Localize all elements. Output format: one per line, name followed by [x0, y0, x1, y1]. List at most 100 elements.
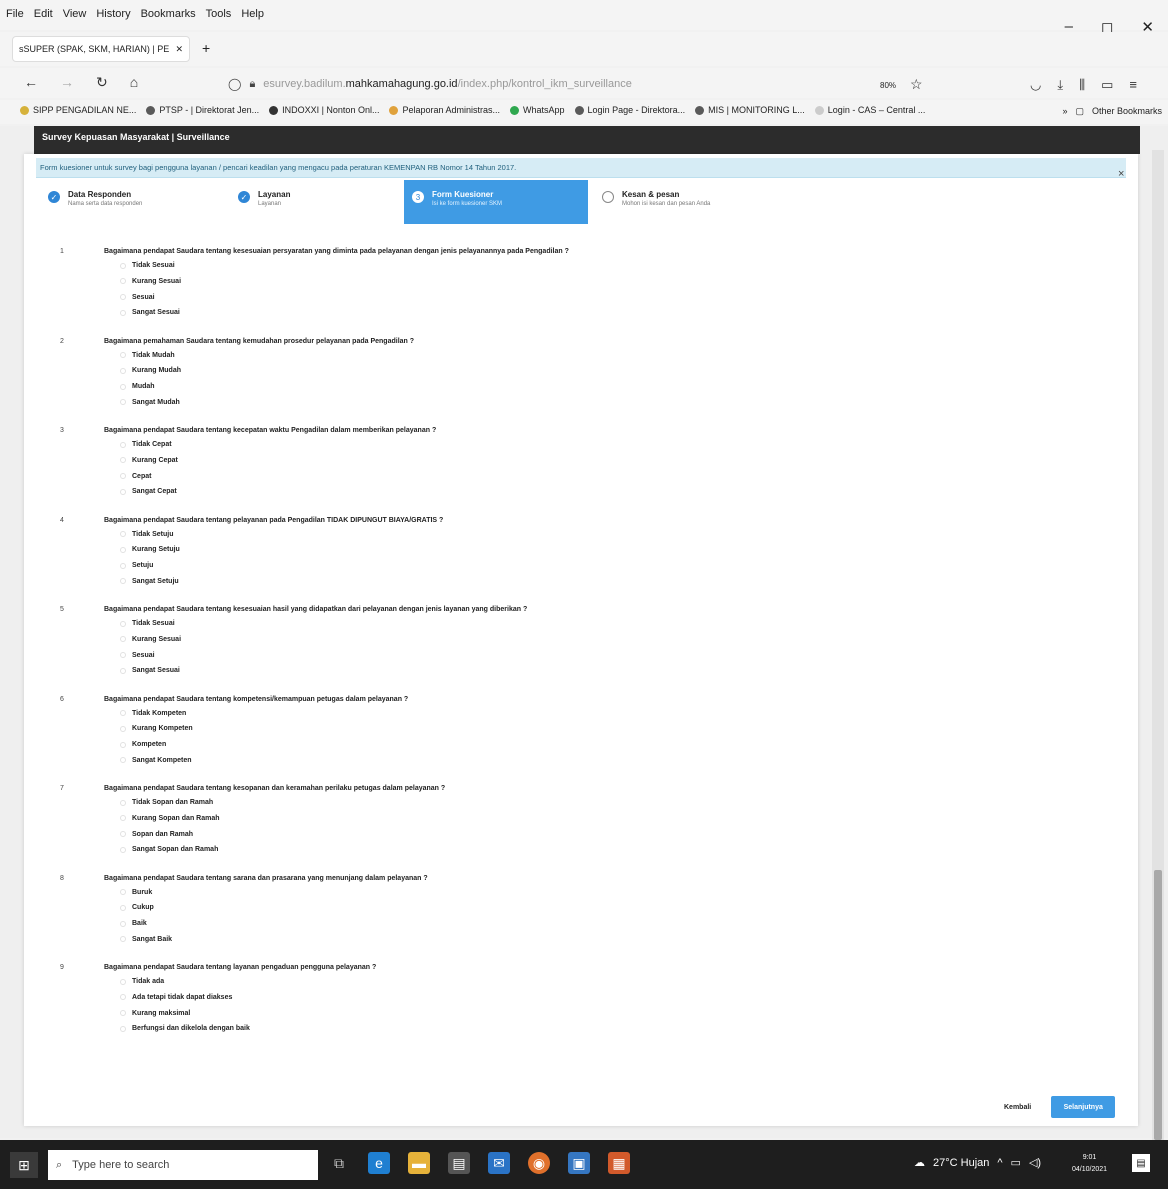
answer-option[interactable]: Tidak Cepat: [120, 441, 172, 448]
answer-option[interactable]: Sopan dan Ramah: [120, 831, 193, 838]
radio-button[interactable]: [120, 367, 126, 374]
menu-edit[interactable]: Edit: [34, 8, 53, 20]
radio-button[interactable]: [120, 620, 126, 627]
radio-button[interactable]: [120, 741, 126, 748]
scrollbar-thumb[interactable]: [1154, 870, 1162, 1140]
reload-icon[interactable]: ↻: [96, 74, 108, 91]
radio-button[interactable]: [120, 831, 126, 838]
bookmarks-overflow-icon[interactable]: »: [1062, 106, 1067, 117]
back-icon[interactable]: ←: [24, 74, 38, 91]
radio-button[interactable]: [120, 278, 126, 285]
answer-option[interactable]: Sangat Mudah: [120, 399, 180, 406]
menu-history[interactable]: History: [96, 8, 130, 20]
wizard-step[interactable]: ✓ Layanan Layanan: [230, 180, 402, 224]
radio-button[interactable]: [120, 710, 126, 716]
notification-icon[interactable]: ▤: [1132, 1154, 1150, 1172]
answer-option[interactable]: Setuju: [120, 562, 153, 569]
tab-close-icon[interactable]: ✕: [175, 44, 183, 55]
radio-button[interactable]: [120, 667, 126, 674]
answer-option[interactable]: Sangat Baik: [120, 936, 172, 943]
sidebar-icon[interactable]: ▭: [1101, 77, 1113, 93]
answer-option[interactable]: Cukup: [120, 904, 154, 911]
answer-option[interactable]: Tidak Sesuai: [120, 262, 175, 269]
chevron-up-icon[interactable]: ^: [997, 1157, 1002, 1169]
answer-option[interactable]: Sesuai: [120, 652, 155, 659]
office-icon[interactable]: ▦: [608, 1152, 630, 1174]
radio-button[interactable]: [120, 799, 126, 806]
answer-option[interactable]: Kompeten: [120, 741, 166, 748]
wizard-step[interactable]: ✓ Data Responden Nama serta data responden: [40, 180, 226, 224]
taskbar-clock[interactable]: 9:01 04/10/2021: [1072, 1152, 1107, 1176]
bookmark-item[interactable]: Login - CAS – Central ...: [814, 105, 925, 115]
answer-option[interactable]: Sesuai: [120, 294, 155, 301]
answer-option[interactable]: Kurang Setuju: [120, 546, 180, 553]
answer-option[interactable]: Sangat Kompeten: [120, 757, 192, 764]
store-icon[interactable]: ▤: [448, 1152, 470, 1174]
menu-view[interactable]: View: [63, 8, 87, 20]
radio-button[interactable]: [120, 889, 126, 895]
other-bookmarks[interactable]: Other Bookmarks: [1092, 106, 1162, 117]
bookmark-item[interactable]: WhatsApp: [510, 105, 565, 115]
menu-file[interactable]: File: [6, 8, 24, 20]
weather-text[interactable]: 27°C Hujan: [933, 1157, 989, 1169]
radio-button[interactable]: [120, 531, 126, 537]
radio-button[interactable]: [120, 399, 126, 406]
radio-button[interactable]: [120, 1025, 126, 1032]
radio-button[interactable]: [120, 994, 126, 1001]
wizard-step[interactable]: 3 Form Kuesioner Isi ke form kuesioner SKM: [404, 180, 588, 224]
radio-button[interactable]: [120, 352, 126, 358]
radio-button[interactable]: [120, 920, 126, 927]
menu-help[interactable]: Help: [241, 8, 264, 20]
radio-button[interactable]: [120, 457, 126, 464]
radio-button[interactable]: [120, 578, 126, 585]
radio-button[interactable]: [120, 815, 126, 822]
answer-option[interactable]: Tidak Sopan dan Ramah: [120, 799, 213, 806]
scrollbar[interactable]: [1152, 150, 1164, 1140]
radio-button[interactable]: [120, 1010, 126, 1017]
radio-button[interactable]: [120, 652, 126, 659]
back-button[interactable]: Kembali: [1004, 1104, 1031, 1111]
radio-button[interactable]: [120, 562, 126, 569]
next-button[interactable]: Selanjutnya: [1051, 1096, 1116, 1118]
bookmark-star-icon[interactable]: ☆: [910, 76, 923, 93]
photos-icon[interactable]: ▣: [568, 1152, 590, 1174]
answer-option[interactable]: Kurang Sesuai: [120, 278, 181, 285]
answer-option[interactable]: Sangat Sesuai: [120, 667, 180, 674]
answer-option[interactable]: Kurang maksimal: [120, 1010, 190, 1017]
answer-option[interactable]: Mudah: [120, 383, 155, 390]
answer-option[interactable]: Tidak Kompeten: [120, 710, 186, 717]
bookmark-item[interactable]: Pelaporan Administras...: [389, 105, 500, 115]
answer-option[interactable]: Kurang Kompeten: [120, 725, 193, 732]
answer-option[interactable]: Baik: [120, 920, 147, 927]
volume-icon[interactable]: ◁): [1029, 1156, 1041, 1169]
answer-option[interactable]: Sangat Sopan dan Ramah: [120, 846, 218, 853]
firefox-icon[interactable]: ◉: [528, 1152, 550, 1174]
zoom-level[interactable]: 80%: [880, 81, 896, 90]
radio-button[interactable]: [120, 978, 126, 985]
radio-button[interactable]: [120, 488, 126, 495]
download-icon[interactable]: ⤓: [1057, 77, 1063, 93]
answer-option[interactable]: Berfungsi dan dikelola dengan baik: [120, 1025, 250, 1032]
library-icon[interactable]: ⫼: [1079, 77, 1085, 93]
wizard-step[interactable]: Kesan & pesan Mohon isi kesan dan pesan A…: [594, 180, 794, 224]
answer-option[interactable]: Buruk: [120, 889, 152, 896]
answer-option[interactable]: Tidak Sesuai: [120, 620, 175, 627]
answer-option[interactable]: Kurang Sopan dan Ramah: [120, 815, 220, 822]
mail-icon[interactable]: ✉: [488, 1152, 510, 1174]
radio-button[interactable]: [120, 383, 126, 390]
edge-icon[interactable]: e: [368, 1152, 390, 1174]
answer-option[interactable]: Tidak Mudah: [120, 352, 175, 359]
bookmark-item[interactable]: SIPP PENGADILAN NE...: [20, 105, 136, 115]
answer-option[interactable]: Tidak Setuju: [120, 531, 174, 538]
bookmark-item[interactable]: PTSP - | Direktorat Jen...: [146, 105, 259, 115]
answer-option[interactable]: Kurang Cepat: [120, 457, 178, 464]
home-icon[interactable]: ⌂: [130, 74, 138, 91]
answer-option[interactable]: Sangat Setuju: [120, 578, 179, 585]
radio-button[interactable]: [120, 757, 126, 764]
bookmark-item[interactable]: INDOXXI | Nonton Onl...: [269, 105, 379, 115]
answer-option[interactable]: Tidak ada: [120, 978, 164, 985]
browser-tab[interactable]: sSUPER (SPAK, SKM, HARIAN) | PEI ✕: [12, 36, 190, 62]
answer-option[interactable]: Kurang Sesuai: [120, 636, 181, 643]
network-icon[interactable]: ▭: [1011, 1156, 1021, 1169]
answer-option[interactable]: Kurang Mudah: [120, 367, 181, 374]
